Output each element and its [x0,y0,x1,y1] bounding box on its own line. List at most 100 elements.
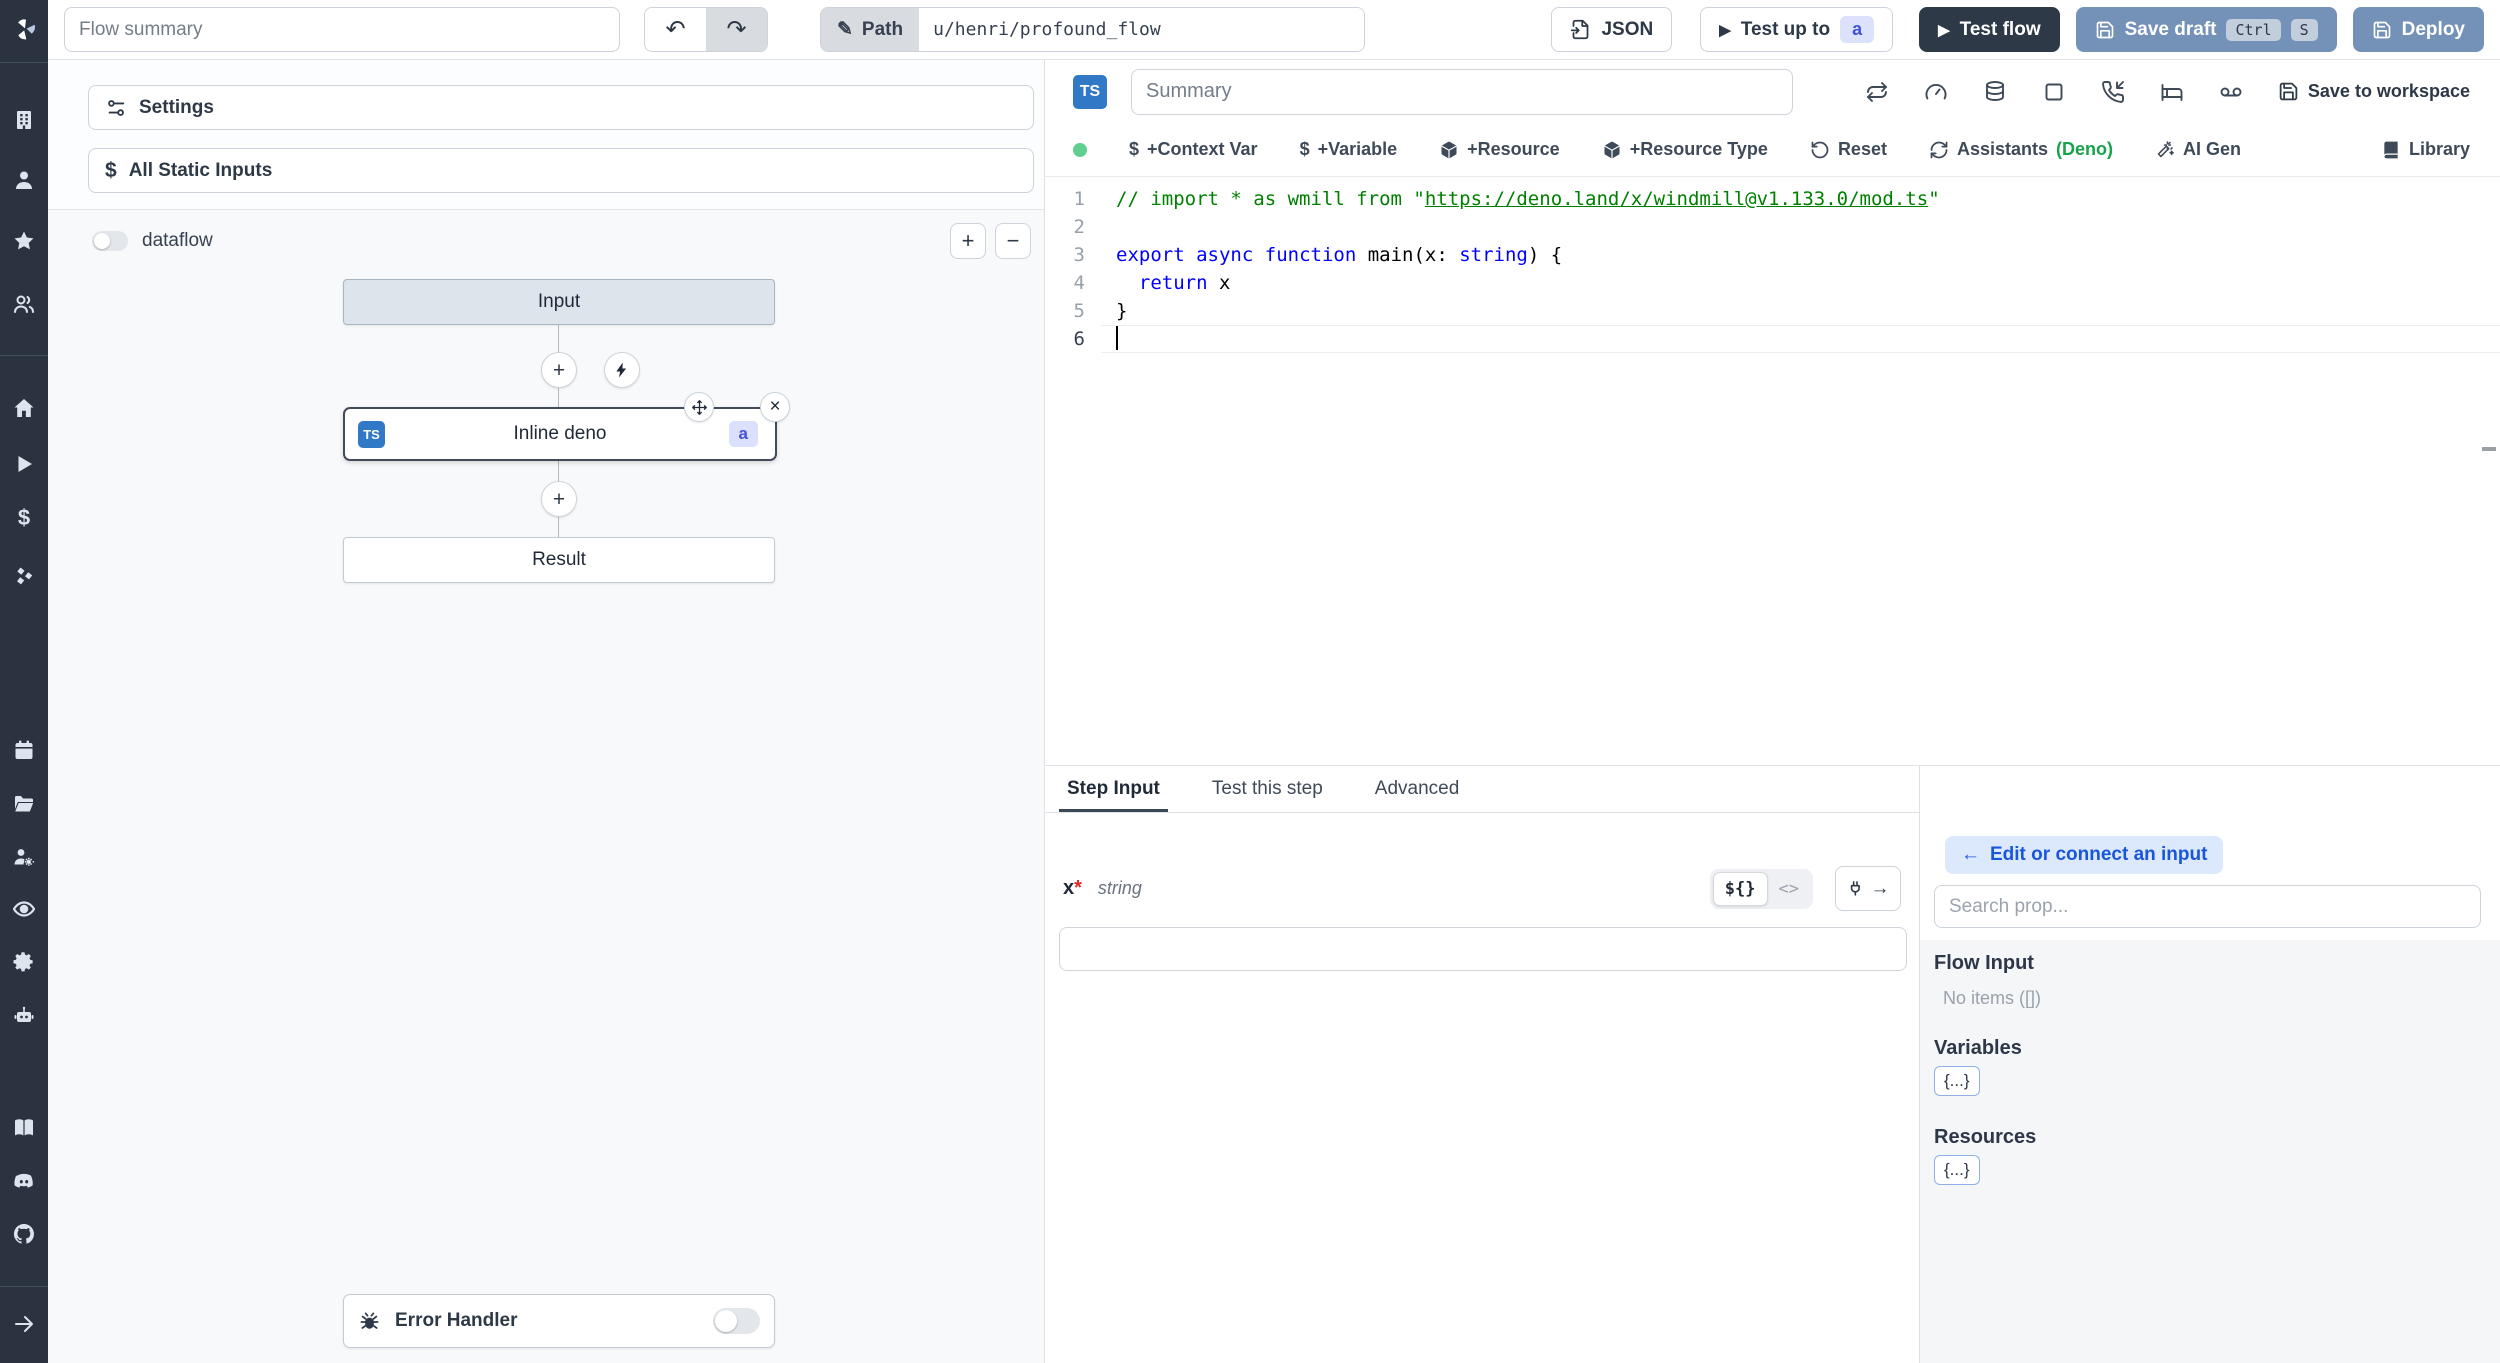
kbd-ctrl: Ctrl [2226,18,2281,41]
error-handler-toggle[interactable] [713,1308,760,1334]
code-mode-button[interactable]: <> [1768,873,1810,905]
insert-step-button[interactable]: + [541,481,577,517]
topbar: ↶ ↷ ✎ Path JSON ▶ Test up to a ▶ Test fl… [48,0,2500,60]
file-export-icon [1571,19,1589,40]
settings-gear-icon[interactable] [12,950,36,974]
trigger-bolt-button[interactable] [604,352,640,388]
variables-dollar-icon[interactable]: $ [12,506,36,530]
step-id-badge: a [1840,16,1875,43]
play-icon: ▶ [1938,21,1950,39]
variables-object-button[interactable]: {...} [1934,1066,1980,1096]
add-context-var-button[interactable]: $ +Context Var [1129,139,1258,160]
mock-voicemail-icon[interactable] [2219,80,2243,104]
suspend-phone-incoming-icon[interactable] [2101,80,2125,104]
bolt-icon [616,362,627,378]
pencil-icon: ✎ [837,19,853,40]
flow-graph-panel: Settings $ All Static Inputs dataflow + … [48,60,1045,1363]
step-summary-input[interactable] [1131,68,1793,115]
star-icon[interactable] [12,229,36,253]
required-asterisk: * [1074,877,1082,899]
flow-input-title: Flow Input [1934,952,2034,974]
expand-sidebar-arrow-icon[interactable] [12,1312,36,1336]
workers-bot-icon[interactable] [12,1004,36,1028]
schedules-calendar-icon[interactable] [12,738,36,762]
test-flow-button[interactable]: ▶ Test flow [1919,7,2060,52]
editor-toolbar: $ +Context Var $ +Variable +Resource +Reso… [1045,123,2500,177]
add-variable-button[interactable]: $ +Variable [1300,139,1398,160]
retry-repeat-icon[interactable] [1865,80,1889,104]
concurrency-square-icon[interactable] [2042,80,2066,104]
variables-title: Variables [1934,1037,2022,1059]
dollar-icon: $ [1129,139,1140,159]
path-field: ✎ Path [820,7,1366,52]
all-static-inputs-button[interactable]: $ All Static Inputs [88,148,1034,193]
delete-step-button[interactable]: × [760,392,790,422]
cache-database-icon[interactable] [1983,80,2007,104]
assistants-button[interactable]: Assistants (Deno) [1929,139,2113,160]
tab-step-input[interactable]: Step Input [1059,766,1168,812]
scrollbar-cursor-mark [2482,447,2496,451]
dollar-icon: $ [1299,139,1310,159]
redo-button[interactable]: ↷ [706,8,767,51]
save-to-workspace-button[interactable]: Save to workspace [2278,81,2470,102]
path-label[interactable]: ✎ Path [821,8,920,51]
path-input[interactable] [919,8,1365,51]
github-icon[interactable] [12,1222,36,1246]
save-icon [2096,21,2113,38]
workspace-building-icon[interactable] [12,108,36,132]
add-resource-button[interactable]: +Resource [1439,139,1560,160]
audit-eye-icon[interactable] [12,897,36,921]
step-node-inline-deno[interactable]: TS Inline deno a [343,407,777,461]
move-icon [691,399,707,415]
tab-test-this-step[interactable]: Test this step [1208,766,1327,812]
json-button[interactable]: JSON [1551,7,1673,52]
sidebar-divider [0,1286,48,1287]
resources-object-button[interactable]: {...} [1934,1155,1980,1185]
ai-gen-button[interactable]: AI Gen [2155,139,2241,160]
flow-input-empty: No items ([]) [1943,988,2042,1008]
deploy-button[interactable]: Deploy [2352,7,2484,52]
dataflow-toggle[interactable] [92,231,128,251]
arrow-right-icon: → [1870,877,1890,899]
plug-icon [1850,880,1860,896]
flow-result-node[interactable]: Result [343,537,775,583]
argument-value-input[interactable] [1059,927,1907,971]
search-prop-input[interactable] [1934,885,2481,928]
code-lines: 1// import * as wmill from "https://deno… [1045,185,2500,353]
save-icon [2279,82,2298,101]
insert-step-button[interactable]: + [541,352,577,388]
connect-input-panel: ← Edit or connect an input Flow Input No… [1919,766,2500,1363]
windmill-logo-icon[interactable] [12,16,36,40]
flow-summary-input[interactable] [64,7,620,52]
error-handler-node[interactable]: Error Handler [343,1294,775,1348]
tab-advanced[interactable]: Advanced [1371,766,1464,812]
move-step-button[interactable] [684,392,714,422]
sleep-bed-icon[interactable] [2160,80,2184,104]
zoom-in-button[interactable]: + [950,223,986,259]
flow-settings-button[interactable]: Settings [88,85,1034,130]
reset-button[interactable]: Reset [1810,139,1887,160]
folders-icon[interactable] [12,792,36,816]
discord-icon[interactable] [12,1169,36,1193]
runs-play-icon[interactable] [12,452,36,476]
flow-input-node[interactable]: Input [343,279,775,325]
home-icon[interactable] [12,396,36,420]
test-up-to-button[interactable]: ▶ Test up to a [1700,7,1894,52]
users-icon[interactable] [12,292,36,316]
undo-button[interactable]: ↶ [645,8,706,51]
edit-or-connect-button[interactable]: ← Edit or connect an input [1945,836,2224,874]
package-icon [1441,141,1457,158]
save-draft-button[interactable]: Save draft Ctrl S [2075,7,2337,52]
library-button[interactable]: Library [2381,139,2470,160]
early-stop-gauge-icon[interactable] [1924,80,1948,104]
code-editor[interactable]: 1// import * as wmill from "https://deno… [1045,177,2500,765]
graph-toolbar: dataflow + − [48,223,1044,259]
resources-boxes-icon[interactable] [12,564,36,588]
groups-users-cog-icon[interactable] [12,845,36,869]
add-resource-type-button[interactable]: +Resource Type [1602,139,1768,160]
user-icon[interactable] [12,168,36,192]
zoom-out-button[interactable]: − [995,223,1031,259]
docs-book-icon[interactable] [12,1116,36,1140]
connect-input-button[interactable]: → [1835,866,1901,911]
template-mode-button[interactable]: ${} [1712,871,1768,906]
